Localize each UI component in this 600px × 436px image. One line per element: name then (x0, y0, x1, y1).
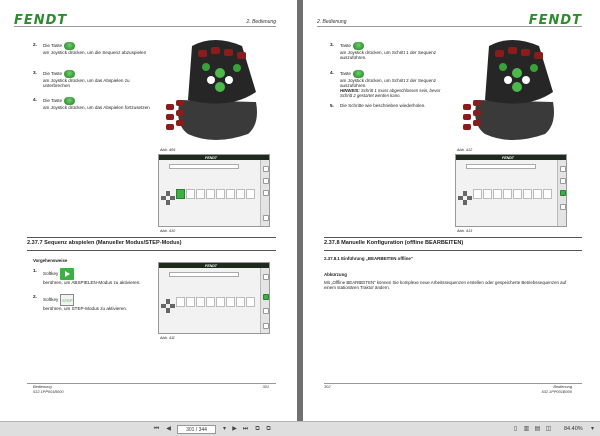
previous-page-button[interactable]: ◀ (164, 425, 173, 434)
first-page-icon: ⏮ (153, 426, 160, 432)
continuous-icon: ▤ (534, 426, 541, 432)
section-rule (324, 237, 582, 238)
step-softkey-icon: STEP (60, 294, 75, 306)
page-right: 2. Bedienung FENDT 3. Tasteam Joystick d… (303, 0, 600, 421)
continuous-view-button[interactable]: ▤ (533, 425, 542, 434)
terminal-screen: FENDT (455, 154, 567, 227)
procedure-label: Vorgehensweise (33, 258, 68, 263)
chevron-down-icon: ▾ (590, 426, 594, 432)
direction-pad-icon (161, 299, 175, 313)
next-page-icon: ▶ (232, 426, 237, 432)
body-paragraph: Mit „Offline BEARBEITEN“ können Sie komp… (324, 280, 567, 291)
joystick-key-icon (352, 70, 364, 78)
next-page-button[interactable]: ▶ (230, 425, 239, 434)
history-back-button[interactable]: ⧉ (253, 425, 262, 434)
single-page-icon: ▯ (513, 426, 518, 432)
two-page-view-button[interactable]: ▥ (522, 425, 531, 434)
joystick-key-icon (64, 70, 76, 78)
terminal-screen: FENDT (158, 154, 270, 227)
footer-rule (27, 383, 276, 384)
page-number-input[interactable]: 301 / 344 (177, 425, 216, 434)
figure-caption: Abb. 411 (160, 336, 175, 340)
joystick-key-icon (352, 42, 364, 50)
figure-caption: Abb. 413 (457, 229, 473, 233)
joystick-key-icon (64, 42, 76, 50)
section-rule (27, 237, 276, 238)
footer-rule (324, 383, 582, 384)
section-title: 2.37.7 Sequenz abspielen (Manueller Modu… (27, 240, 182, 246)
chapter-title: 2. Bedienung (246, 19, 276, 25)
page-number: 301 (262, 384, 270, 389)
chapter-title: 2. Bedienung (317, 19, 347, 25)
joystick-image (160, 28, 268, 146)
joystick-key-icon (64, 97, 76, 105)
page-left: FENDT 2. Bedienung 2. Die Tasteam Joysti… (0, 0, 297, 421)
footer-text: Bedienung 532.1PP001B000 (541, 384, 572, 394)
history-forward-button[interactable]: ⧉ (264, 425, 273, 434)
fit-icon: ◫ (545, 426, 552, 432)
previous-page-icon: ◀ (166, 426, 171, 432)
zoom-menu-button[interactable]: ▾ (588, 425, 597, 434)
header-rule (317, 26, 582, 27)
direction-pad-icon (458, 191, 472, 205)
abbreviation-label: Abkürzung (324, 272, 347, 277)
footer-text: Bedienung 532.1PP001B000 (33, 384, 64, 394)
section-rule (324, 250, 582, 251)
figure-caption: Abb. 409 (160, 148, 176, 152)
chevron-down-icon: ▾ (222, 426, 226, 432)
page-dropdown-button[interactable]: ▾ (220, 425, 229, 434)
last-page-icon: ⏭ (242, 426, 249, 432)
joystick-image (457, 28, 565, 146)
section-title: 2.37.8 Manuelle Konfiguration (offline B… (324, 240, 464, 246)
viewer-toolbar: ⏮ ◀ 301 / 344 ▾ ▶ ⏭ ⧉ ⧉ ▯ ▥ ▤ ◫ 84.40% ▾ (0, 421, 600, 436)
first-page-button[interactable]: ⏮ (152, 425, 161, 434)
header-rule (14, 26, 276, 27)
two-page-icon: ▥ (523, 426, 530, 432)
terminal-screen: FENDT (158, 262, 270, 334)
figure-caption: Abb. 410 (160, 229, 176, 233)
document-viewer[interactable]: FENDT 2. Bedienung 2. Die Tasteam Joysti… (0, 0, 600, 421)
zoom-level[interactable]: 84.40% (564, 425, 583, 434)
copy-icon: ⧉ (266, 426, 271, 432)
fit-page-button[interactable]: ◫ (544, 425, 553, 434)
section-rule (27, 250, 276, 251)
hint-note: HINWEIS: Schritt 1 muss abgeschlossen se… (340, 88, 441, 99)
last-page-button[interactable]: ⏭ (241, 425, 250, 434)
subsection-title: 2.37.8.1 Einführung „BEARBEITEN offline“ (324, 256, 414, 261)
page-number: 302 (324, 384, 331, 389)
direction-pad-icon (161, 191, 175, 205)
figure-caption: Abb. 412 (457, 148, 473, 152)
play-softkey-icon (60, 268, 75, 280)
history-icon: ⧉ (255, 426, 260, 432)
single-page-view-button[interactable]: ▯ (511, 425, 520, 434)
